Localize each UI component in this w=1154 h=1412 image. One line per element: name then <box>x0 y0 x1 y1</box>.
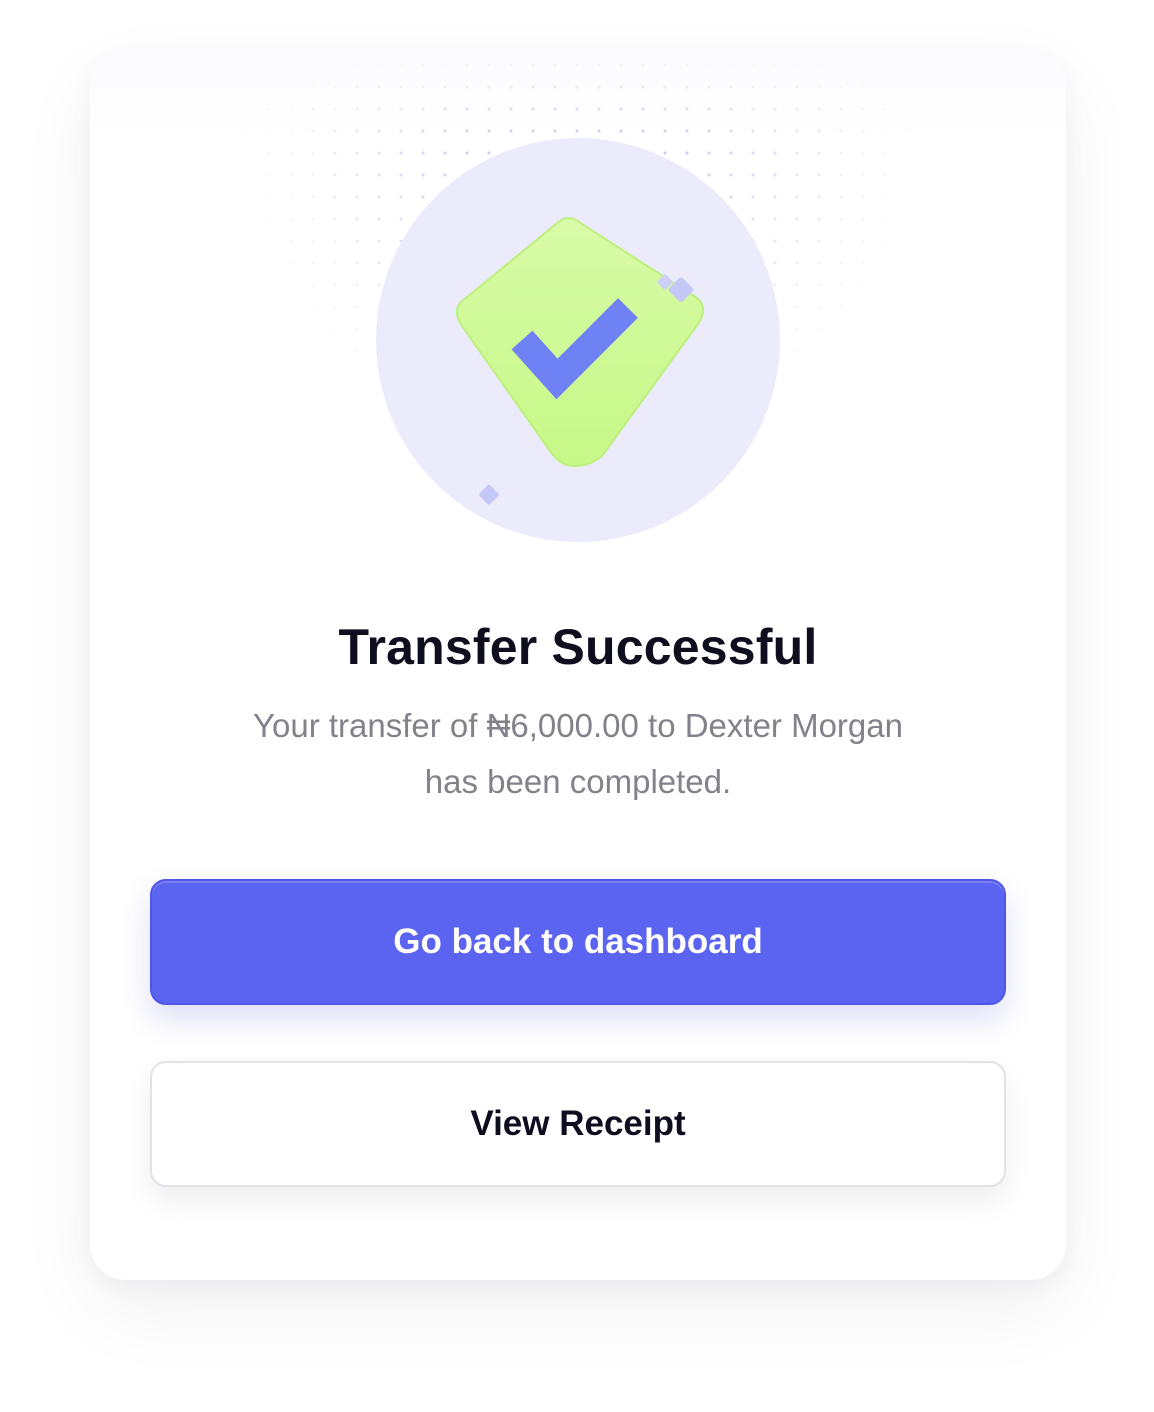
success-card: Transfer Successful Your transfer of ₦6,… <box>90 50 1066 1280</box>
view-receipt-button[interactable]: View Receipt <box>150 1061 1006 1187</box>
success-illustration <box>376 138 780 542</box>
page-title: Transfer Successful <box>338 619 818 675</box>
go-back-to-dashboard-label: Go back to dashboard <box>393 922 763 961</box>
success-message: Your transfer of ₦6,000.00 to Dexter Mor… <box>253 707 903 800</box>
top-fade <box>90 50 1066 140</box>
view-receipt-label: View Receipt <box>470 1104 686 1143</box>
success-shield-illustration <box>376 138 780 542</box>
go-back-to-dashboard-button[interactable]: Go back to dashboard <box>150 879 1006 1005</box>
